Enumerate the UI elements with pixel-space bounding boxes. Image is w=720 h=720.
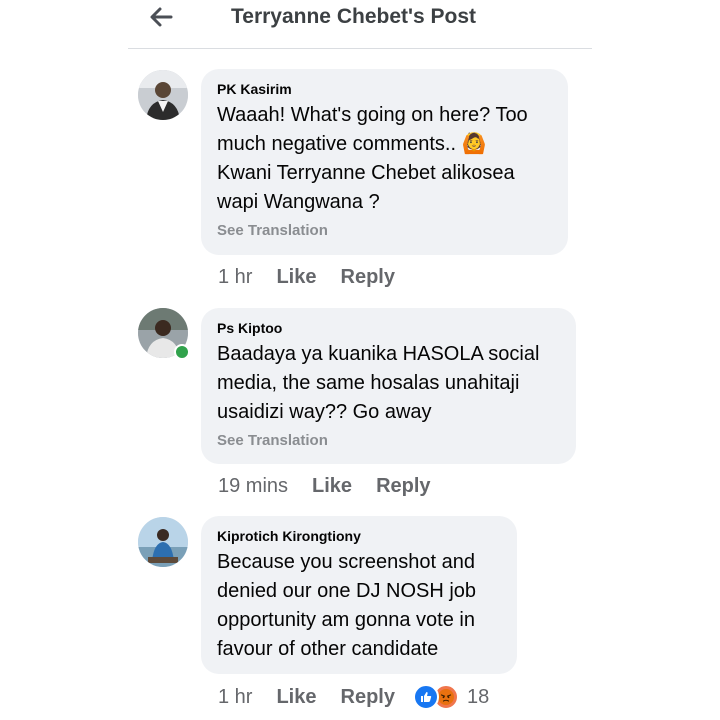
comment-actions: 19 mins Like Reply	[218, 471, 455, 501]
avatar-image	[138, 517, 188, 567]
comment-actions: 1 hr Like Reply	[218, 682, 489, 712]
comment-text: Baadaya ya kuanika HASOLA social media, …	[217, 340, 560, 427]
comment-text-line: opportunity am gonna vote in	[217, 609, 475, 631]
comment-text: Waaah! What's going on here? Too much ne…	[217, 101, 552, 217]
comment-text-line: media, the same hosalas unahitaji	[217, 372, 520, 394]
see-translation-link[interactable]: See Translation	[217, 431, 560, 451]
comment-timestamp[interactable]: 1 hr	[218, 266, 252, 289]
avatar[interactable]	[138, 517, 190, 569]
comment-text-line: Baadaya ya kuanika HASOLA social	[217, 343, 540, 365]
comment-author[interactable]: PK Kasirim	[217, 79, 552, 99]
reactions-summary[interactable]: 18	[412, 684, 490, 710]
like-button[interactable]: Like	[276, 686, 316, 709]
avatar-image	[138, 70, 188, 120]
comment-text-line: Kwani Terryanne Chebet alikosea	[217, 162, 515, 184]
comment-bubble: Ps Kiptoo Baadaya ya kuanika HASOLA soci…	[201, 308, 576, 464]
comment-author[interactable]: Kiprotich Kirongtiony	[217, 526, 501, 546]
comment-timestamp[interactable]: 1 hr	[218, 686, 252, 709]
comment-text-line: favour of other candidate	[217, 638, 439, 660]
comment-bubble: Kiprotich Kirongtiony Because you screen…	[201, 516, 517, 674]
reply-button[interactable]: Reply	[341, 686, 395, 709]
reaction-count: 18	[466, 685, 490, 708]
arrow-left-icon	[150, 7, 173, 27]
top-bar: Terryanne Chebet's Post	[128, 0, 592, 49]
comment-text-line: Because you screenshot and	[217, 551, 475, 573]
comment-actions: 1 hr Like Reply	[218, 262, 419, 292]
comment-text-line: wapi Wangwana ?	[217, 191, 380, 213]
reply-button[interactable]: Reply	[376, 475, 430, 498]
like-reaction-icon	[412, 684, 439, 710]
online-status-dot	[174, 344, 190, 360]
comment-author[interactable]: Ps Kiptoo	[217, 318, 560, 338]
avatar[interactable]	[138, 308, 190, 360]
like-button[interactable]: Like	[312, 475, 352, 498]
comment-timestamp[interactable]: 19 mins	[218, 475, 288, 498]
page-title: Terryanne Chebet's Post	[231, 5, 477, 28]
comment-bubble: PK Kasirim Waaah! What's going on here? …	[201, 69, 568, 255]
post-comments-page: Terryanne Chebet's Post PK Kasirim Waaah…	[0, 0, 720, 720]
comment-text-line: denied our one DJ NOSH job	[217, 580, 477, 602]
reply-button[interactable]: Reply	[341, 266, 395, 289]
see-translation-link[interactable]: See Translation	[217, 221, 552, 241]
comment-text: Because you screenshot and denied our on…	[217, 548, 501, 664]
avatar[interactable]	[138, 70, 190, 122]
comment-text-line: usaidizi way?? Go away	[217, 401, 432, 423]
like-button[interactable]: Like	[276, 266, 316, 289]
comment-text-line: much negative comments.. 🙆	[217, 133, 487, 155]
back-button[interactable]	[146, 2, 176, 32]
comment-text-line: Waaah! What's going on here? Too	[217, 104, 528, 126]
